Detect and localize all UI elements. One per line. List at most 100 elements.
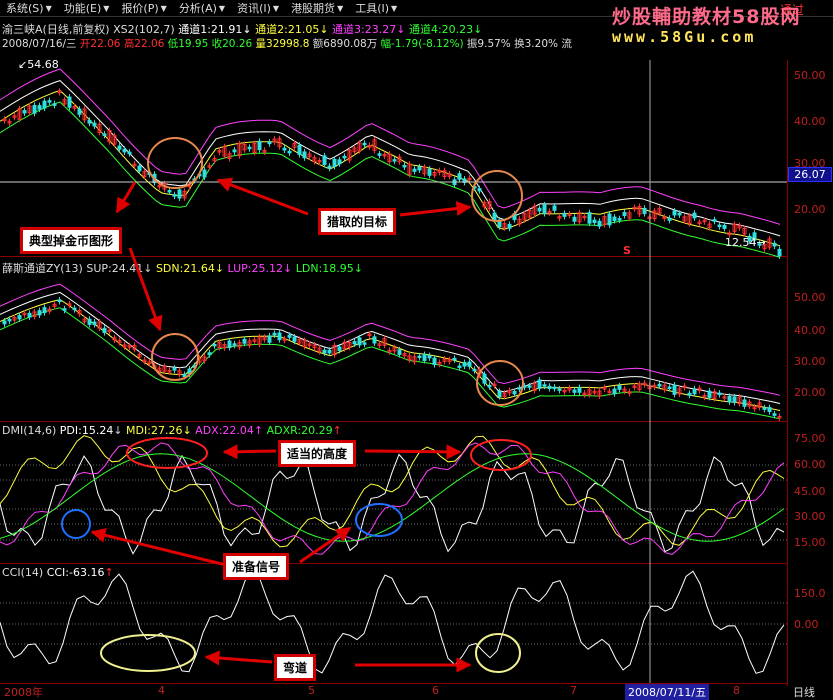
candle-body — [537, 207, 542, 212]
candle-body — [572, 216, 577, 222]
candle-body — [362, 142, 367, 146]
candle-body — [572, 389, 577, 393]
candle-body — [552, 386, 557, 390]
candle-body — [7, 318, 12, 322]
candle-body — [507, 223, 512, 229]
candle-body — [597, 220, 602, 227]
low-price-label: 12.54→ — [725, 236, 766, 249]
candle-body — [762, 407, 767, 410]
candle-body — [537, 379, 542, 389]
candle-body — [247, 146, 252, 150]
candle-body — [337, 346, 342, 352]
candle-body — [377, 153, 382, 156]
candle-body — [397, 349, 402, 355]
candle-body — [617, 385, 622, 390]
candle-body — [137, 165, 142, 172]
channel-line — [0, 307, 781, 420]
candle-body — [547, 385, 552, 389]
candle-body — [422, 353, 427, 362]
candle-body — [17, 315, 22, 320]
callout-arrow — [222, 444, 277, 460]
candle-body — [302, 151, 307, 159]
candle-body — [417, 166, 422, 171]
candle-body — [287, 150, 292, 154]
candle-body — [707, 390, 712, 398]
candle-body — [457, 365, 462, 369]
sell-signal-marker: S — [623, 244, 631, 257]
candle-body — [562, 212, 567, 217]
candle-body — [482, 373, 487, 384]
indicator-line — [0, 453, 785, 542]
candle-body — [472, 368, 477, 372]
candle-body — [337, 159, 342, 165]
candle-body — [92, 122, 97, 127]
candle-body — [497, 390, 502, 398]
candle-body — [692, 388, 697, 395]
candle-body — [67, 96, 72, 108]
highlight-circle — [147, 137, 203, 189]
candle-body — [122, 148, 127, 153]
candle-body — [22, 110, 27, 114]
candle-body — [557, 388, 562, 391]
candle-body — [722, 224, 727, 229]
highlight-circle — [471, 170, 523, 222]
candle-body — [592, 219, 597, 224]
candle-body — [772, 413, 777, 416]
candle-body — [672, 210, 677, 216]
candle-body — [287, 334, 292, 338]
candle-body — [417, 355, 422, 359]
candle-body — [692, 212, 697, 219]
candle-body — [732, 396, 737, 403]
candle-body — [172, 367, 177, 371]
candle-body — [52, 103, 57, 106]
highlight-circle — [100, 634, 196, 672]
candle-body — [617, 218, 622, 221]
candle-body — [27, 312, 32, 318]
candle-body — [177, 189, 182, 199]
candle-body — [527, 385, 532, 388]
candle-body — [672, 384, 677, 395]
candle-body — [742, 399, 747, 407]
callout-arrow — [399, 201, 472, 217]
callout-height: 适当的高度 — [278, 440, 357, 467]
candle-body — [227, 340, 232, 349]
candle-body — [552, 205, 557, 211]
candle-body — [512, 390, 517, 395]
callout-arrow — [216, 177, 309, 216]
candle-body — [477, 188, 482, 192]
candle-body — [297, 144, 302, 156]
candle-body — [667, 217, 672, 221]
candle-body — [242, 338, 247, 344]
candle-body — [462, 362, 467, 367]
candle-body — [432, 357, 437, 366]
candle-body — [277, 332, 282, 341]
highlight-circle — [126, 437, 208, 469]
candle-body — [612, 216, 617, 221]
candle-body — [87, 318, 92, 325]
candle-body — [517, 387, 522, 390]
candle-body — [182, 373, 187, 377]
callout-arrow — [128, 247, 163, 332]
candle-body — [267, 335, 272, 343]
candle-body — [452, 357, 457, 361]
channel-line — [0, 283, 781, 396]
candle-body — [77, 108, 82, 115]
candle-body — [427, 168, 432, 176]
candle-body — [282, 147, 287, 151]
candle-body — [712, 219, 717, 222]
candle-body — [657, 383, 662, 387]
candle-body — [667, 386, 672, 390]
candle-body — [327, 349, 332, 354]
candle-body — [212, 343, 217, 347]
candle-body — [717, 392, 722, 396]
candle-body — [767, 407, 772, 413]
candle-body — [117, 145, 122, 150]
candle-body — [392, 159, 397, 162]
candle-body — [37, 310, 42, 316]
callout-signal: 准备信号 — [223, 553, 290, 580]
highlight-circle — [355, 503, 403, 537]
candle-body — [402, 164, 407, 168]
candle-body — [607, 213, 612, 226]
candle-body — [87, 119, 92, 124]
candle-body — [457, 173, 462, 180]
